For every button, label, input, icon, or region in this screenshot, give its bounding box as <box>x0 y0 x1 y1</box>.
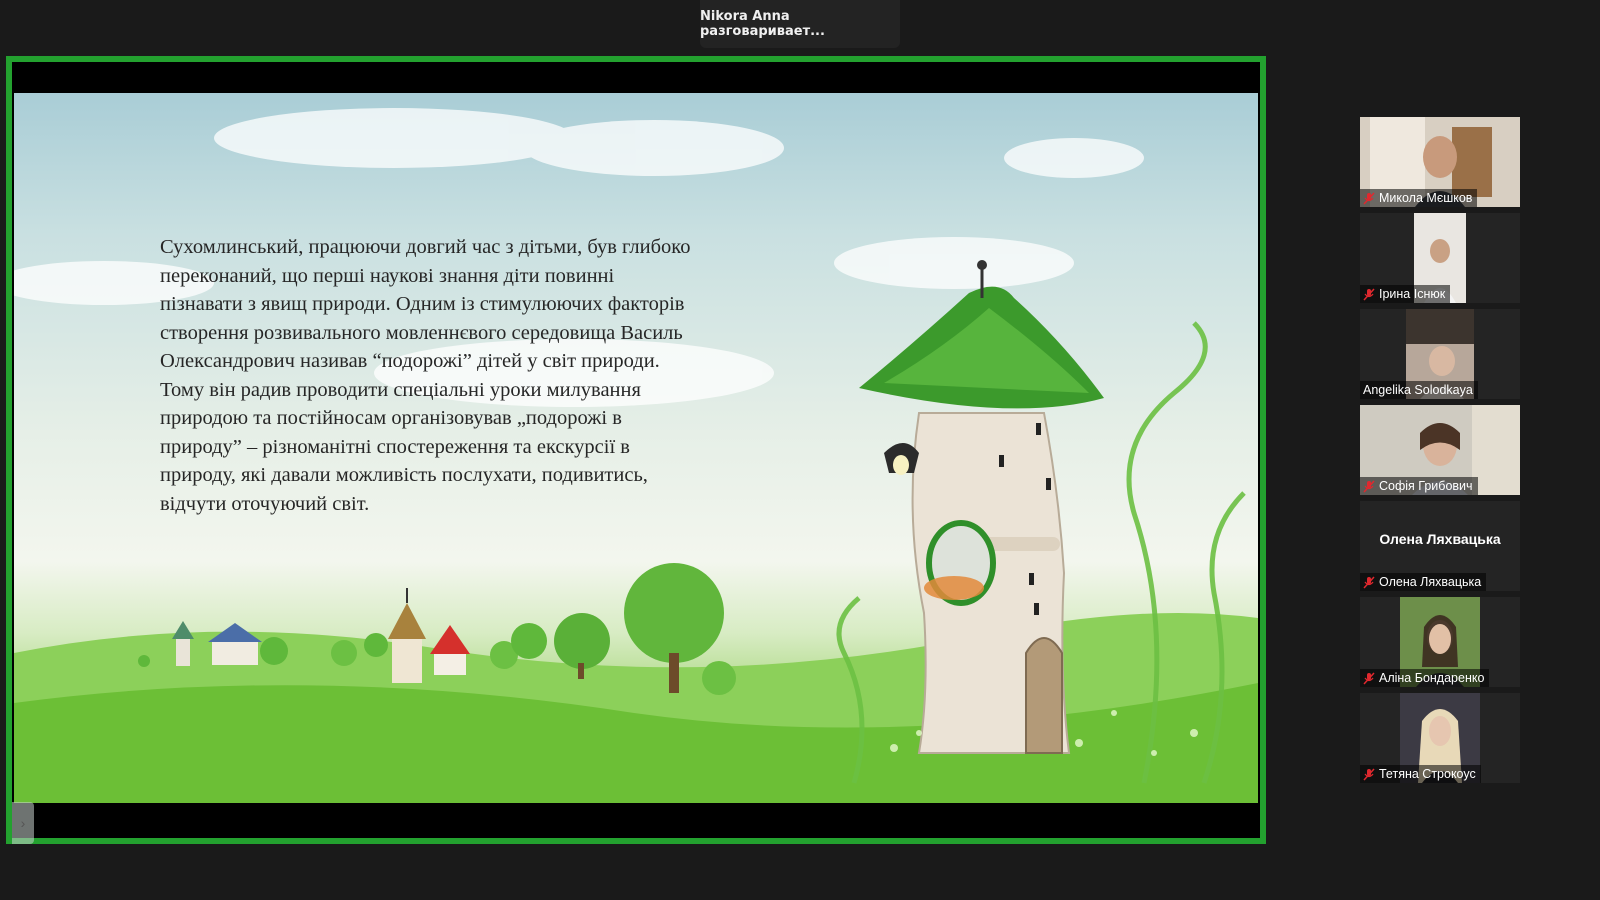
participant-name-label: Аліна Бондаренко <box>1360 669 1490 687</box>
participant-tile[interactable]: Софія Грибович <box>1360 405 1520 495</box>
mic-off-icon <box>1363 671 1375 685</box>
participant-name-label: Тетяна Строкоус <box>1360 765 1481 783</box>
participant-display-name: Олена Ляхвацька <box>1379 531 1501 547</box>
mic-off-icon <box>1363 575 1375 589</box>
participant-tile[interactable]: Angelika Solodkaya <box>1360 309 1520 399</box>
mic-off-icon <box>1363 767 1375 781</box>
participant-name-label: Микола Мєшков <box>1360 189 1478 207</box>
mic-off-icon <box>1363 479 1375 493</box>
slide-body-text: Сухомлинський, працюючи довгий час з діт… <box>160 236 691 515</box>
participant-tile[interactable]: Олена Ляхвацька Олена Ляхвацька <box>1360 501 1520 591</box>
participant-tile[interactable]: Тетяна Строкоус <box>1360 693 1520 783</box>
participant-name-label: Ірина Існюк <box>1360 285 1451 303</box>
participant-name-label: Олена Ляхвацька <box>1360 573 1487 591</box>
participant-tile[interactable]: Микола Мєшков <box>1360 117 1520 207</box>
participants-gallery: Микола Мєшков Ірина Існюк Angelika Solod… <box>1360 117 1520 789</box>
participant-tile[interactable]: Ірина Існюк <box>1360 213 1520 303</box>
participant-name-label: Angelika Solodkaya <box>1360 381 1478 399</box>
screen-share-frame[interactable]: Сухомлинський, працюючи довгий час з діт… <box>6 56 1266 844</box>
mic-off-icon <box>1363 287 1375 301</box>
mic-off-icon <box>1363 191 1375 205</box>
presentation-slide: Сухомлинський, працюючи довгий час з діт… <box>14 93 1258 803</box>
participant-tile[interactable]: Аліна Бондаренко <box>1360 597 1520 687</box>
chevron-right-icon[interactable]: › <box>12 802 34 844</box>
participant-name-label: Софія Грибович <box>1360 477 1478 495</box>
active-speaker-banner: Nikora Anna разговаривает... <box>700 0 900 48</box>
